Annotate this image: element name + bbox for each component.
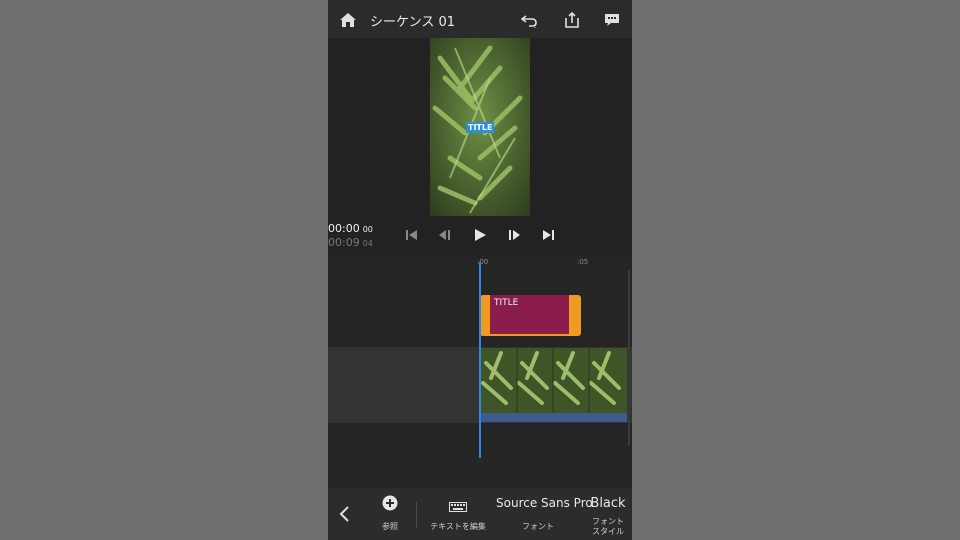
clip-audio-bar xyxy=(481,413,627,422)
back-chevron-icon[interactable] xyxy=(338,505,352,523)
ruler-mark: :05 xyxy=(577,258,589,266)
undo-icon[interactable] xyxy=(520,10,540,30)
font-label: フォント xyxy=(522,522,554,531)
current-timecode: 00:00 00 xyxy=(328,222,373,235)
toolbar-divider xyxy=(416,502,417,528)
skip-to-end-icon[interactable] xyxy=(540,227,556,243)
header-bar: シーケンス 01 xyxy=(328,0,632,38)
title-overlay[interactable]: TITLE xyxy=(466,122,495,133)
font-style-value: Black xyxy=(590,496,626,511)
edit-text-button[interactable]: テキストを編集 xyxy=(422,488,494,540)
playhead[interactable] xyxy=(479,262,481,458)
step-back-icon[interactable] xyxy=(437,227,453,243)
add-circle-icon xyxy=(382,495,398,515)
sequence-title: シーケンス 01 xyxy=(370,15,456,30)
share-icon[interactable] xyxy=(562,10,582,30)
home-icon[interactable] xyxy=(338,10,358,30)
title-clip-body: TITLE xyxy=(490,295,569,334)
timeline-scrollbar[interactable] xyxy=(628,270,630,446)
duration-timecode: 00:09 04 xyxy=(328,236,373,249)
step-forward-icon[interactable] xyxy=(506,227,522,243)
video-clip[interactable] xyxy=(481,348,627,413)
font-button[interactable]: Source Sans Pro フォント xyxy=(496,488,593,540)
timeline[interactable]: :00 :05 TITLE xyxy=(328,256,632,488)
feedback-icon[interactable] xyxy=(602,10,622,30)
video-preview[interactable]: TITLE xyxy=(430,38,530,216)
play-icon[interactable] xyxy=(472,227,488,243)
title-clip[interactable]: TITLE xyxy=(480,295,581,336)
skip-to-start-icon[interactable] xyxy=(404,227,420,243)
app-window: シーケンス 01 TITLE 00:00 00 00:09 04:00:05… xyxy=(328,0,632,540)
browse-button[interactable]: 参照 xyxy=(372,488,408,540)
edit-text-label: テキストを編集 xyxy=(430,522,486,531)
font-style-button[interactable]: Black フォント スタイル xyxy=(586,488,630,540)
font-value: Source Sans Pro xyxy=(496,496,593,510)
keyboard-icon xyxy=(449,497,467,516)
program-monitor: TITLE xyxy=(328,38,632,256)
browse-label: 参照 xyxy=(382,522,398,531)
bottom-toolbar: 参照 テキストを編集 Source Sans Pro フォント Black フォ… xyxy=(328,488,632,540)
font-style-label: フォント スタイル xyxy=(592,517,624,536)
title-clip-label: TITLE xyxy=(494,298,519,308)
